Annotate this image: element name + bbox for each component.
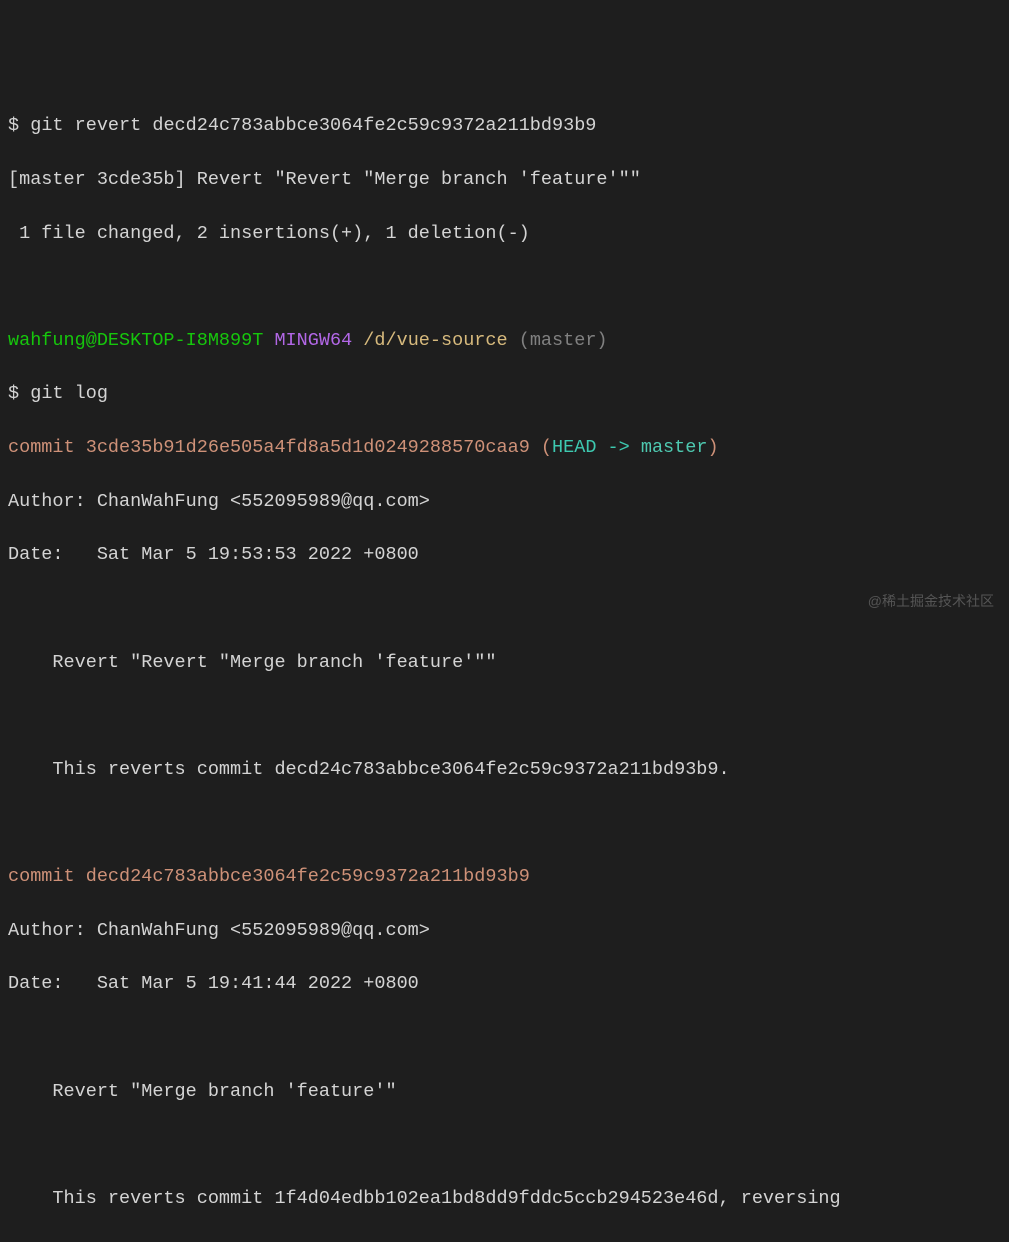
head-ref: HEAD -> (552, 437, 641, 458)
blank-line (8, 596, 1001, 623)
commit-message-2: This reverts commit 1f4d04edbb102ea1bd8d… (8, 1186, 1001, 1213)
output-line-1: [master 3cde35b] Revert "Revert "Merge b… (8, 167, 1001, 194)
commit-message-3: changes made to e1f3e85cae96f9216367c9c5… (8, 1239, 1001, 1242)
date-line: Date: Sat Mar 5 19:53:53 2022 +0800 (8, 542, 1001, 569)
command-line-2: $ git log (8, 381, 1001, 408)
output-line-2: 1 file changed, 2 insertions(+), 1 delet… (8, 221, 1001, 248)
prompt-symbol: $ (8, 115, 30, 136)
blank-line (8, 1025, 1001, 1052)
path: /d/vue-source (363, 330, 518, 351)
prompt-symbol: $ (8, 383, 30, 404)
blank-line (8, 703, 1001, 730)
author-line: Author: ChanWahFung <552095989@qq.com> (8, 918, 1001, 945)
commit-message-2: This reverts commit decd24c783abbce3064f… (8, 757, 1001, 784)
blank-line (8, 1132, 1001, 1159)
prompt-line: wahfung@DESKTOP-I8M899T MINGW64 /d/vue-s… (8, 328, 1001, 355)
branch-name: master (641, 437, 708, 458)
commit-hash: decd24c783abbce3064fe2c59c9372a211bd93b9 (86, 866, 530, 887)
commit-message-1: Revert "Merge branch 'feature'" (8, 1079, 1001, 1106)
commit-hash: 3cde35b91d26e505a4fd8a5d1d0249288570caa9 (86, 437, 541, 458)
commit-header-1: commit 3cde35b91d26e505a4fd8a5d1d0249288… (8, 435, 1001, 462)
commit-message-1: Revert "Revert "Merge branch 'feature'"" (8, 650, 1001, 677)
shell-name: MINGW64 (274, 330, 363, 351)
date-line: Date: Sat Mar 5 19:41:44 2022 +0800 (8, 971, 1001, 998)
watermark: @稀土掘金技术社区 (868, 591, 994, 611)
author-line: Author: ChanWahFung <552095989@qq.com> (8, 489, 1001, 516)
paren-open: ( (541, 437, 552, 458)
commit-header-2: commit decd24c783abbce3064fe2c59c9372a21… (8, 864, 1001, 891)
user-host: wahfung@DESKTOP-I8M899T (8, 330, 274, 351)
branch-indicator: (master) (519, 330, 608, 351)
blank-line (8, 274, 1001, 301)
commit-prefix: commit (8, 437, 86, 458)
commit-prefix: commit (8, 866, 86, 887)
git-log-command: git log (30, 383, 108, 404)
blank-line (8, 810, 1001, 837)
command-line-1: $ git revert decd24c783abbce3064fe2c59c9… (8, 113, 1001, 140)
paren-close: ) (707, 437, 718, 458)
git-revert-command: git revert decd24c783abbce3064fe2c59c937… (30, 115, 596, 136)
